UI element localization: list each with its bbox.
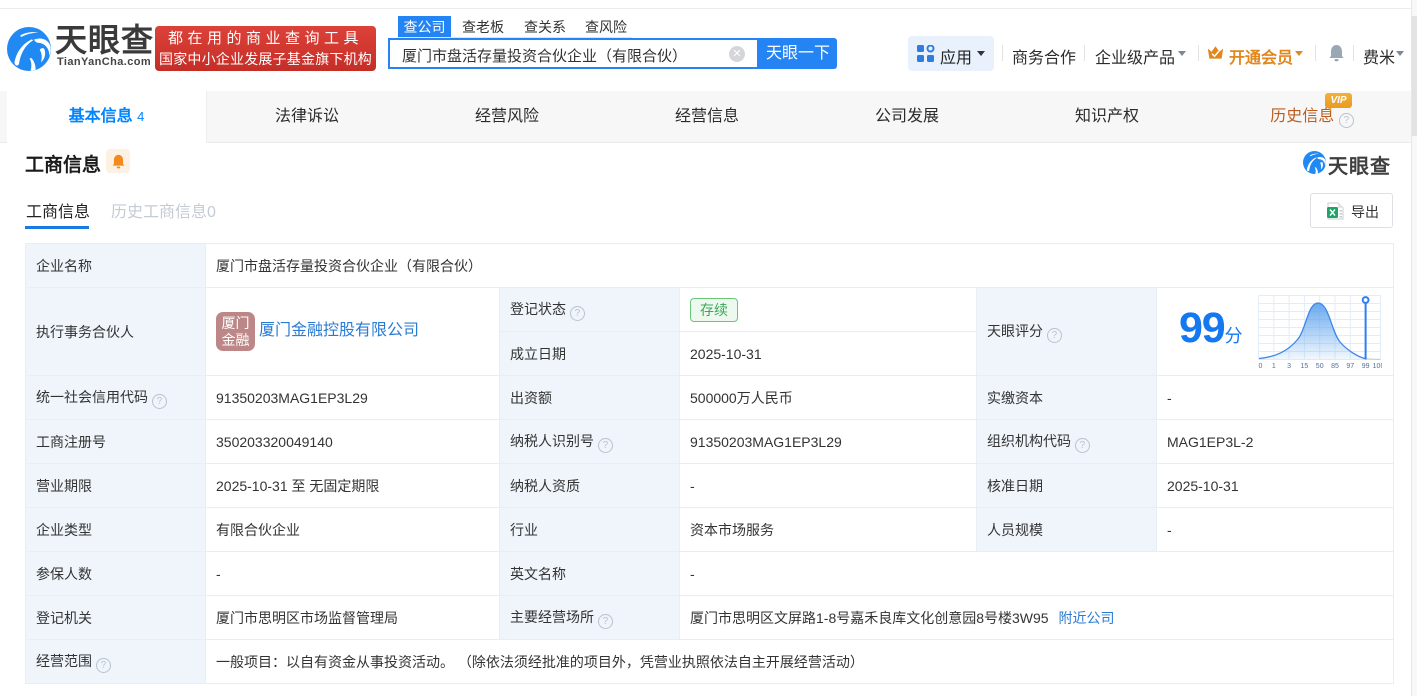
svg-text:3: 3 bbox=[1287, 363, 1291, 370]
svg-text:0: 0 bbox=[1259, 363, 1263, 370]
svg-text:85: 85 bbox=[1331, 363, 1339, 370]
svg-text:100: 100 bbox=[1373, 363, 1382, 370]
svg-text:99: 99 bbox=[1362, 363, 1370, 370]
svg-text:50: 50 bbox=[1316, 363, 1324, 370]
svg-text:97: 97 bbox=[1346, 363, 1354, 370]
svg-text:1: 1 bbox=[1272, 363, 1276, 370]
svg-text:15: 15 bbox=[1301, 363, 1309, 370]
